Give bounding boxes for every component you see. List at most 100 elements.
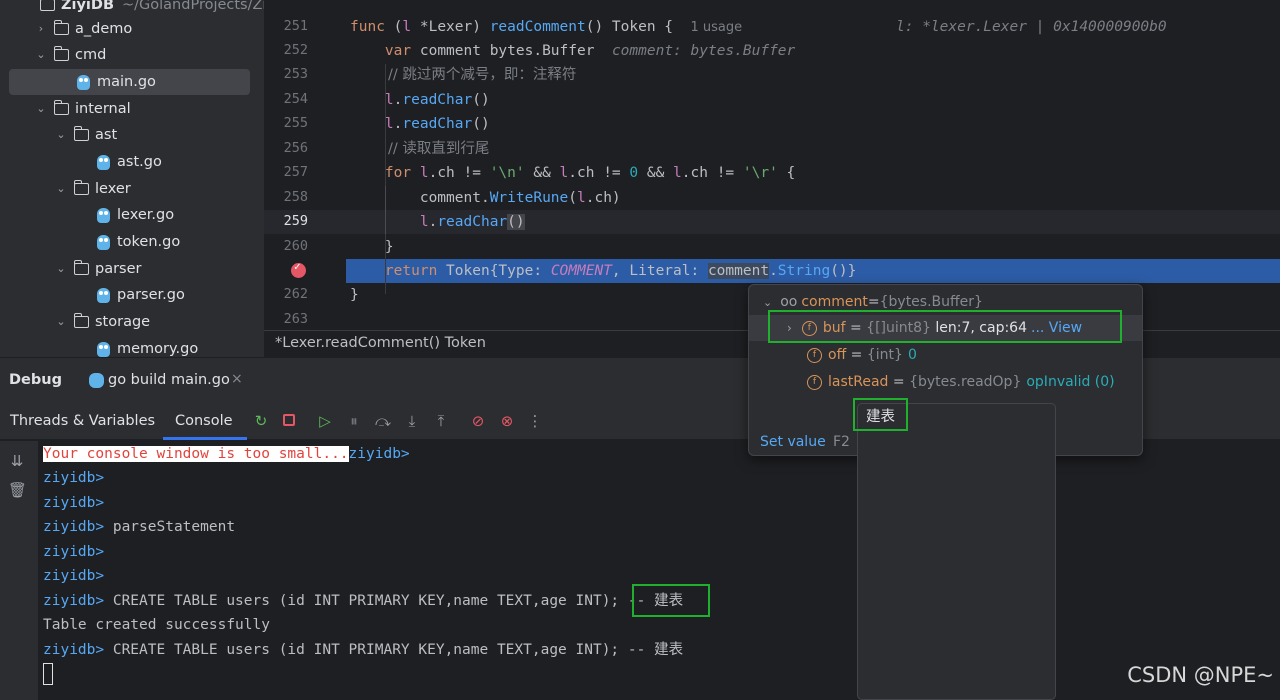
mute-breakpoints-icon[interactable]: ⊗ xyxy=(498,412,516,430)
tree-item-label: token.go xyxy=(117,234,181,250)
console-line: Your console window is too small...ziyid… xyxy=(43,442,410,466)
line-number: 253 xyxy=(283,66,308,82)
console-prompt: ziyidb> xyxy=(43,568,105,584)
chevron-down-icon[interactable]: ⌄ xyxy=(34,48,48,62)
line-number: 256 xyxy=(283,140,308,156)
console-prompt: ziyidb> xyxy=(348,446,410,462)
code-line-262: } xyxy=(350,287,359,303)
highlight-box xyxy=(768,310,1122,343)
text-cursor xyxy=(43,663,53,685)
console-output[interactable]: Your console window is too small...ziyid… xyxy=(38,441,1280,700)
pause-icon[interactable]: ⏸ xyxy=(345,412,363,430)
var-row-lastread[interactable]: f lastRead = {bytes.readOp} opInvalid (0… xyxy=(749,369,1142,395)
tree-item-parser-go[interactable]: parser.go xyxy=(97,282,185,308)
tree-item-label: parser xyxy=(95,261,142,277)
tree-item-memory-go[interactable]: memory.go xyxy=(97,336,198,357)
field-icon: f xyxy=(807,374,822,390)
tree-item-storage[interactable]: ⌄ storage xyxy=(54,309,150,335)
chevron-down-icon[interactable]: ⌄ xyxy=(763,296,772,309)
console-line: Table created successfully xyxy=(43,613,270,637)
code-line-253: // 跳过两个减号，即：注释符 xyxy=(350,63,576,87)
view-breakpoints-icon[interactable]: ⊘ xyxy=(469,412,487,430)
tree-item-ast[interactable]: ⌄ ast xyxy=(54,122,117,148)
code-line-258: comment.WriteRune(l.ch) xyxy=(350,190,621,206)
comment-inline-hint: comment: bytes.Buffer xyxy=(611,43,796,59)
var-name: lastRead xyxy=(828,374,889,390)
tree-item-main-go[interactable]: main.go xyxy=(9,69,250,95)
console-prompt: ziyidb> xyxy=(43,642,105,658)
tree-item-lexer-go[interactable]: lexer.go xyxy=(97,202,174,228)
clear-console-icon[interactable]: 🗑 xyxy=(8,481,27,499)
var-value: opInvalid (0) xyxy=(1026,374,1115,390)
tree-item-label: storage xyxy=(95,314,151,330)
scroll-to-end-icon[interactable]: ⇊ xyxy=(8,452,26,470)
line-number: 258 xyxy=(283,189,308,205)
receiver-inline-hint: l: *lexer.Lexer | 0x140000900b0 xyxy=(896,15,1167,39)
console-line: ziyidb> xyxy=(43,540,104,564)
console-text: Table created successfully xyxy=(43,617,270,633)
tree-item-label: lexer xyxy=(95,181,131,197)
folder-icon xyxy=(73,126,89,141)
tree-item-label: internal xyxy=(75,101,131,117)
go-file-icon xyxy=(97,154,110,170)
more-options-icon[interactable]: ⋮ xyxy=(526,412,544,430)
go-file-icon xyxy=(97,341,110,357)
go-file-icon xyxy=(97,234,110,250)
console-side-toolbar: ⇊ 🗑 xyxy=(0,441,38,700)
code-line-255: l.readChar() xyxy=(384,116,490,132)
folder-icon xyxy=(73,313,89,328)
chevron-right-icon[interactable]: › xyxy=(34,22,48,36)
chevron-down-icon[interactable]: ⌄ xyxy=(54,128,68,142)
code-line-260: } xyxy=(350,239,394,255)
console-text: CREATE TABLE users (id INT PRIMARY KEY,n… xyxy=(104,593,620,609)
tree-item-internal[interactable]: ⌄ internal xyxy=(34,96,131,122)
step-out-icon[interactable]: ⤒ xyxy=(432,412,450,430)
resume-icon[interactable]: ▷ xyxy=(316,412,334,430)
console-text: CREATE TABLE users (id INT PRIMARY KEY,n… xyxy=(104,642,684,658)
tree-item-label: cmd xyxy=(75,47,107,63)
usage-hint[interactable]: 1 usage xyxy=(691,20,743,35)
highlight-box xyxy=(632,584,710,617)
var-type: {bytes.readOp} xyxy=(909,374,1022,390)
console-prompt: ziyidb> xyxy=(43,519,105,535)
shortcut-hint: F2 xyxy=(833,434,850,450)
line-number: 255 xyxy=(283,115,308,131)
tree-item-parser[interactable]: ⌄ parser xyxy=(54,256,142,282)
tab-console[interactable]: Console xyxy=(175,413,233,429)
breadcrumb-label: *Lexer.readComment() Token xyxy=(275,335,486,351)
code-line-259: l.readChar() xyxy=(419,214,525,230)
stop-icon[interactable] xyxy=(280,412,298,430)
line-number: 257 xyxy=(283,164,308,180)
code-line-256: // 读取直到行尾 xyxy=(350,137,489,161)
chevron-down-icon[interactable]: ⌄ xyxy=(54,315,68,329)
line-number: 251 xyxy=(283,18,308,34)
var-row-off[interactable]: f off = {int} 0 xyxy=(749,342,1142,368)
folder-icon xyxy=(53,20,69,35)
code-comment: // 跳过两个减号，即：注释符 xyxy=(388,67,577,83)
chevron-down-icon[interactable]: ⌄ xyxy=(54,182,68,196)
line-number: 260 xyxy=(283,238,308,254)
chevron-down-icon[interactable]: ⌄ xyxy=(34,102,48,116)
debug-session-tab[interactable]: go build main.go xyxy=(108,372,230,388)
close-tab-icon[interactable]: × xyxy=(231,371,243,387)
step-into-icon[interactable]: ⤓ xyxy=(403,412,421,430)
rerun-icon[interactable]: ↻ xyxy=(252,412,270,430)
folder-icon xyxy=(73,260,89,275)
go-file-icon xyxy=(77,74,90,90)
tree-item-ast-go[interactable]: ast.go xyxy=(97,149,162,175)
chevron-down-icon[interactable]: ⌄ xyxy=(54,262,68,276)
tree-item-token-go[interactable]: token.go xyxy=(97,229,180,255)
tree-item-a-demo[interactable]: › a_demo xyxy=(34,16,132,42)
code-editor[interactable]: 251 252 253 254 255 256 257 258 259 260 … xyxy=(264,0,1280,330)
tree-item-cmd[interactable]: ⌄ cmd xyxy=(34,42,106,68)
breakpoint-icon[interactable] xyxy=(291,260,306,278)
step-over-icon[interactable]: ⤼ xyxy=(374,412,392,430)
set-value-link[interactable]: Set value xyxy=(760,434,826,450)
tree-item-label: ast xyxy=(95,127,118,143)
tab-threads-variables[interactable]: Threads & Variables xyxy=(10,413,155,429)
line-number: 254 xyxy=(283,91,308,107)
root-path: ~/GolandProjects/ZiyiD xyxy=(122,0,264,13)
tree-item-label: memory.go xyxy=(117,341,199,357)
tree-item-lexer[interactable]: ⌄ lexer xyxy=(54,176,131,202)
tree-item-label: ast.go xyxy=(117,154,162,170)
